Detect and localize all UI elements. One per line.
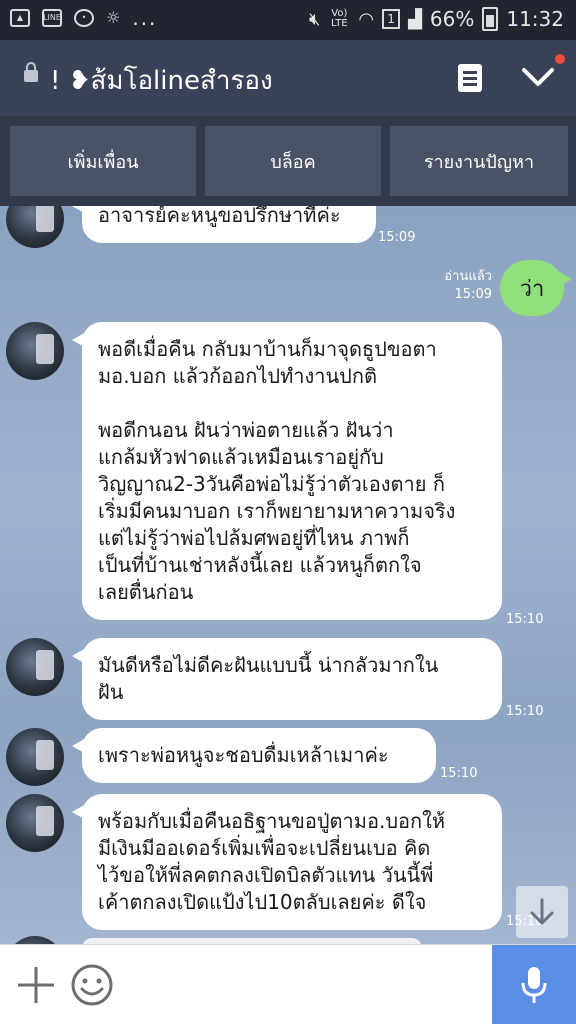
message-text: เค้าตกลงเปิดแป้งไป10ตลับเลยค่ะ ดีใจ <box>98 890 427 914</box>
message-text: มีเงินมีออเดอร์เพิ่มเพื่อจะเปลี่ยนเบอ คิ… <box>98 836 431 860</box>
message-text: เริ่มมีคนมาบอก เราก็พยายามหาความจริง <box>98 499 456 523</box>
avatar[interactable] <box>6 794 64 852</box>
message-time: 15:09 <box>454 287 492 302</box>
message-text: มอ.บอก แล้วก้ออกไปทำงานปกติ <box>98 364 377 388</box>
message-time: 15:10 <box>440 766 478 781</box>
message-text: มันดีหรือไม่ดีคะฝันแบบนี้ น่ากลัวมากใน <box>98 653 439 677</box>
chevron-down-icon[interactable] <box>520 62 556 92</box>
wifi-icon: ◠ <box>358 8 375 30</box>
message-text: แกล้มหัวฟาดแล้วเหมือนเราอยู่กับ <box>98 445 384 469</box>
message-bubble[interactable]: เพราะพ่อหนูจะชอบดื่มเหล้าเมาค่ะ <box>72 728 436 783</box>
message-text: วิญญาณ2-3วันคือพ่อไม่รู้ว่าตัวเองตาย ก็ <box>98 472 445 496</box>
network-type: Vo) LTE <box>331 8 348 29</box>
weather-icon: ☼ <box>106 8 121 27</box>
avatar[interactable] <box>6 936 64 944</box>
message-text: แต่ไม่รู้ว่าพ่อไปล้มศพอยู่ที่ไหน ภาพก็ <box>98 526 410 550</box>
message-bubble[interactable]: มันดีหรือไม่ดีคะฝันแบบนี้ น่ากลัวมากใน ฝ… <box>72 638 502 720</box>
message-text: พร้อมกับเมื่อคืนอธิฐานขอปู่ตามอ.บอกให้ <box>98 809 446 833</box>
avatar[interactable] <box>6 638 64 696</box>
message-text: เลยตื่นก่อน <box>98 580 194 604</box>
plus-icon[interactable] <box>16 965 56 1005</box>
message-time: 15:10 <box>506 704 544 719</box>
microphone-icon <box>521 967 547 1003</box>
read-receipt: อ่านแล้ว 15:09 <box>444 268 492 304</box>
message-text: ฝัน <box>98 680 124 704</box>
system-icons: 🔇︎ Vo) LTE ◠ 1 ▟ 66% 11:32 <box>309 7 564 31</box>
message-bubble[interactable]: อาจารย์คะหนูขอปรึกษาที่ค่ะ <box>72 206 376 243</box>
message-text: พอดีกนอน ฝันว่าพ่อตายแล้ว ฝันว่า <box>98 418 394 442</box>
sim-slot-icon: 1 <box>382 9 401 29</box>
sent-message-bubble[interactable]: ว่า <box>500 260 572 316</box>
signal-icon: ▟ <box>408 8 422 30</box>
message-bubble[interactable]: พร้อมกับเมื่อคืนอธิฐานขอปู่ตามอ.บอกให้ ม… <box>72 794 502 930</box>
message-text: ไว้ขอให้พี่ลคตกลงเปิดบิลตัวแทน วันนี้พี่ <box>98 863 434 887</box>
message-text: เป็นที่บ้านเช่าหลังนี้เลย แล้วหนูก็ตกใจ <box>98 553 422 577</box>
action-bar: เพิ่มเพื่อน บล็อค รายงานปัญหา <box>0 116 576 206</box>
more-notifications-icon: ... <box>132 5 158 30</box>
chat-title[interactable]: ! ❥ส้มโอlineสำรอง <box>50 60 273 101</box>
microphone-button[interactable] <box>492 945 576 1024</box>
mute-icon: 🔇︎ <box>309 8 321 30</box>
avatar[interactable] <box>6 322 64 380</box>
image-icon: ▲ <box>10 8 30 27</box>
avatar[interactable] <box>6 728 64 786</box>
chat-icon: • <box>74 8 94 27</box>
message-text: อาจารย์คะหนูขอปรึกษาที่ค่ะ <box>98 206 341 227</box>
lock-icon <box>24 62 38 82</box>
add-friend-button[interactable]: เพิ่มเพื่อน <box>10 126 196 196</box>
battery-percent: 66% <box>429 7 475 31</box>
line-icon: LINE <box>42 8 62 27</box>
scroll-to-bottom-button[interactable] <box>516 886 568 938</box>
chat-area[interactable]: อาจารย์คะหนูขอปรึกษาที่ค่ะ 15:09 อ่านแล้… <box>0 206 576 944</box>
message-text <box>98 390 486 417</box>
status-bar: ▲ LINE • ☼ ... 🔇︎ Vo) LTE ◠ 1 ▟ 66% 11:3… <box>0 0 576 40</box>
smile-icon[interactable] <box>70 963 114 1007</box>
arrow-down-icon <box>530 898 554 925</box>
avatar[interactable] <box>6 206 64 248</box>
block-button[interactable]: บล็อค <box>205 126 381 196</box>
read-label: อ่านแล้ว <box>444 269 492 284</box>
report-button[interactable]: รายงานปัญหา <box>390 126 568 196</box>
input-bar <box>0 944 576 1024</box>
notification-icons: ▲ LINE • ☼ ... <box>10 5 158 30</box>
menu-icon[interactable] <box>458 64 482 92</box>
message-text: เพราะพ่อหนูจะชอบดื่มเหล้าเมาค่ะ <box>98 743 389 767</box>
message-time: 15:09 <box>378 230 416 245</box>
chat-header: ! ❥ส้มโอlineสำรอง <box>0 40 576 116</box>
message-bubble[interactable]: พอดีเมื่อคืน กลับมาบ้านก็มาจุดธูปขอตา มอ… <box>72 322 502 620</box>
battery-icon <box>482 7 499 31</box>
message-time: 15:10 <box>506 612 544 627</box>
clock: 11:32 <box>506 7 564 31</box>
notification-dot <box>555 54 565 64</box>
message-text: พอดีเมื่อคืน กลับมาบ้านก็มาจุดธูปขอตา <box>98 337 437 361</box>
